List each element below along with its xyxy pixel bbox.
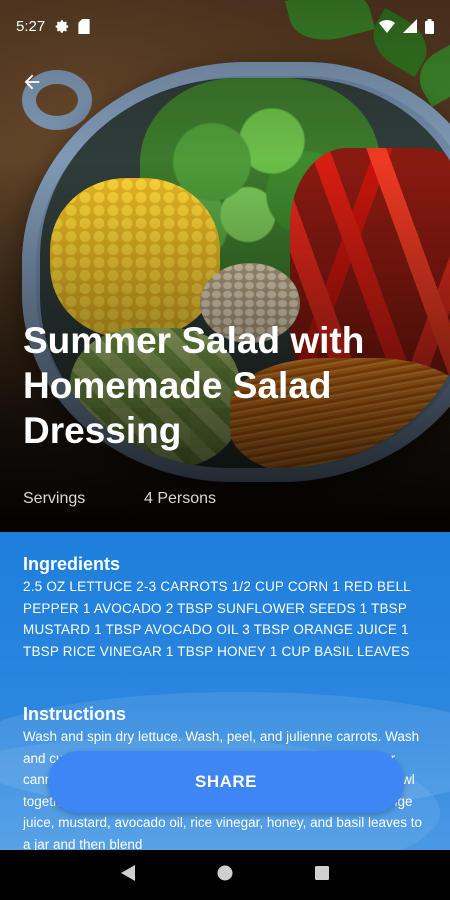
arrow-left-icon (21, 71, 43, 98)
system-nav-bar (0, 850, 450, 900)
servings-row: Servings 4 Persons (23, 490, 216, 508)
nav-back-button[interactable] (108, 855, 148, 895)
servings-label: Servings (23, 490, 86, 507)
share-button[interactable]: SHARE (48, 751, 404, 813)
recents-square-icon (314, 865, 329, 885)
servings-value: 4 Persons (144, 490, 217, 507)
nav-recents-button[interactable] (302, 855, 342, 895)
ingredients-heading: Ingredients (23, 554, 121, 574)
settings-icon (55, 19, 70, 34)
status-time: 5:27 (16, 17, 46, 35)
ingredients-text: 2.5 OZ LETTUCE 2-3 CARROTS 1/2 CUP CORN … (23, 579, 411, 659)
back-button[interactable] (14, 66, 50, 102)
back-triangle-icon (121, 864, 136, 886)
home-circle-icon (217, 865, 233, 886)
recipe-title: Summer Salad with Homemade Salad Dressin… (23, 320, 365, 451)
instructions-heading: Instructions (23, 704, 127, 724)
wifi-icon (379, 19, 395, 33)
status-bar: 5:27 (0, 0, 450, 52)
signal-icon (403, 19, 417, 33)
battery-icon (425, 18, 434, 34)
nav-home-button[interactable] (205, 855, 245, 895)
sim-card-icon (78, 18, 90, 34)
